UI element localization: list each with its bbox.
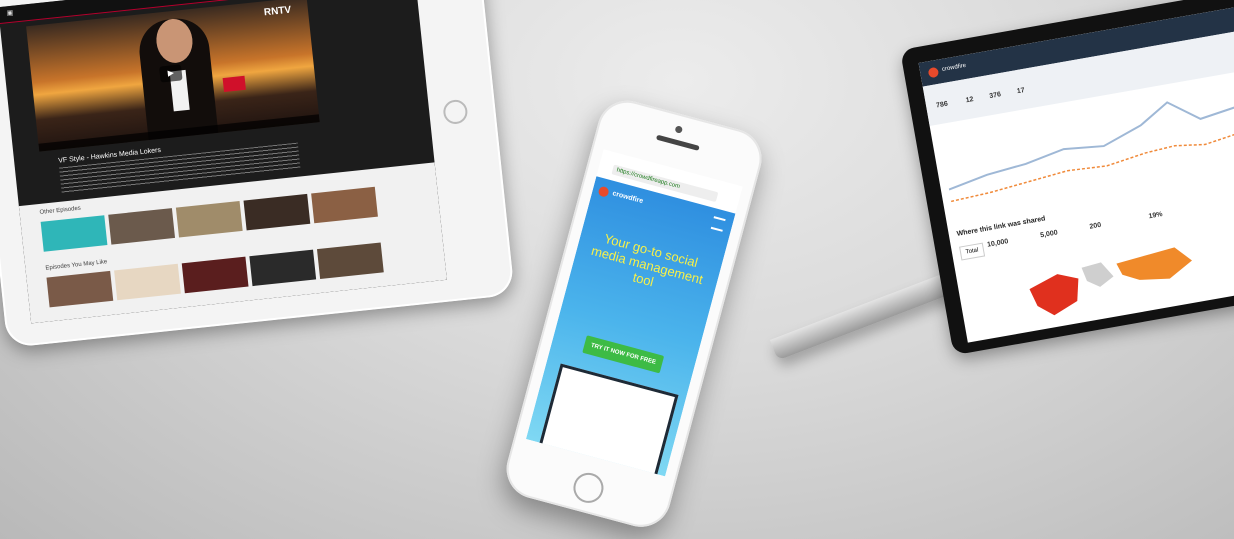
episode-thumb[interactable] xyxy=(243,193,311,231)
episode-thumb[interactable] xyxy=(108,208,176,245)
shared-heading: Where this link was shared xyxy=(956,215,1047,238)
phone-camera xyxy=(674,125,684,134)
world-map xyxy=(1029,247,1192,316)
tablet-device: ▣ ▶ RNTV VF Style - Hawkins Media Lokers… xyxy=(0,0,515,349)
stat-value: 376 xyxy=(988,91,1002,101)
crowdfire-logo-icon xyxy=(927,66,940,79)
play-icon[interactable]: ▶ xyxy=(159,64,183,83)
phone-website: crowdfire Your go-to social media manage… xyxy=(525,176,736,477)
video-brand: RNTV xyxy=(263,4,292,19)
phone-device: https://crowdfireapp.com crowdfire Your … xyxy=(499,94,769,534)
episode-thumb[interactable] xyxy=(46,270,114,308)
tablet-logo: ▣ xyxy=(6,9,14,18)
phone-headline: Your go-to social media management tool xyxy=(589,230,705,290)
episode-thumb[interactable] xyxy=(316,242,384,279)
value-3: 200 xyxy=(1089,221,1102,231)
crowdfire-logo-icon xyxy=(597,185,610,198)
tablet-home-button[interactable] xyxy=(442,98,469,126)
episode-thumb[interactable] xyxy=(181,256,249,294)
total-tab[interactable]: Total xyxy=(959,242,986,261)
stat-value: 17 xyxy=(1016,87,1026,96)
episode-thumb[interactable] xyxy=(114,263,181,301)
value-2: 5,000 xyxy=(1039,229,1059,240)
stat-value: 786 xyxy=(935,100,949,110)
laptop-brand: crowdfire xyxy=(941,62,967,73)
tablet-video-player[interactable]: ▶ RNTV xyxy=(26,0,320,152)
hamburger-menu-icon[interactable] xyxy=(710,216,726,232)
episode-thumb[interactable] xyxy=(249,249,317,287)
laptop-device: crowdfire 786 12 376 17 Where this link … xyxy=(900,0,1234,356)
tablet-screen: ▣ ▶ RNTV VF Style - Hawkins Media Lokers… xyxy=(0,0,447,324)
episode-thumb[interactable] xyxy=(40,215,108,252)
episode-thumb[interactable] xyxy=(311,186,378,224)
phone-product-screenshot xyxy=(537,363,679,477)
laptop-screen: crowdfire 786 12 376 17 Where this link … xyxy=(918,0,1234,343)
try-free-button[interactable]: TRY IT NOW FOR FREE xyxy=(582,335,665,374)
phone-screen: https://crowdfireapp.com crowdfire Your … xyxy=(525,149,743,477)
phone-speaker xyxy=(655,134,700,151)
phone-home-button[interactable] xyxy=(570,469,607,507)
total-value: 10,000 xyxy=(986,238,1009,249)
video-microphone xyxy=(222,75,246,93)
episode-thumb[interactable] xyxy=(175,200,243,238)
phone-brand: crowdfire xyxy=(611,190,644,206)
section-other-episodes: Other Episodes xyxy=(39,205,82,216)
section-episodes-like: Episodes You May Like xyxy=(45,259,108,272)
stat-value: 12 xyxy=(965,96,975,105)
value-4: 19% xyxy=(1148,210,1164,221)
